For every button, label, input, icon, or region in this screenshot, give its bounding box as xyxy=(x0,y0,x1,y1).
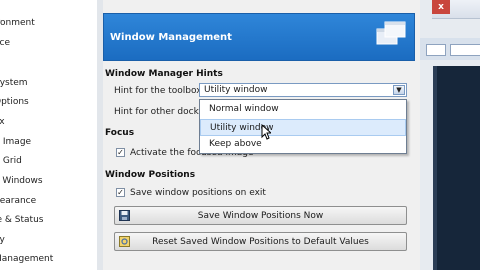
background-titlebar: x xyxy=(432,0,480,19)
save-positions-now-button[interactable]: Save Window Positions Now xyxy=(114,206,407,225)
docks-hint-label: Hint for other docks: xyxy=(114,107,207,117)
section-window-positions: Window Positions xyxy=(105,170,196,180)
sidebar-item[interactable]: e Windows xyxy=(0,176,43,186)
sidebar: ironment ace e System Options ox lt Imag… xyxy=(0,0,98,270)
sidebar-item[interactable]: ay xyxy=(0,235,5,245)
background-canvas xyxy=(433,66,480,270)
mouse-cursor-icon xyxy=(261,124,271,140)
toolbox-hint-label: Hint for the toolbox: xyxy=(114,86,205,96)
activate-focused-image-checkbox[interactable]: ✓ xyxy=(116,148,125,157)
background-combo[interactable] xyxy=(426,44,446,56)
background-field[interactable] xyxy=(450,44,480,56)
reset-positions-label: Reset Saved Window Positions to Default … xyxy=(152,237,369,247)
sidebar-item[interactable]: lt Grid xyxy=(0,156,22,166)
toolbox-hint-select[interactable]: Utility window ▼ xyxy=(199,83,407,97)
save-positions-now-label: Save Window Positions Now xyxy=(197,211,324,221)
chevron-down-icon[interactable]: ▼ xyxy=(393,85,405,95)
save-on-exit-label[interactable]: Save window positions on exit xyxy=(130,188,266,198)
sidebar-item[interactable]: ironment xyxy=(0,18,35,28)
close-icon[interactable]: x xyxy=(432,0,450,14)
sidebar-item[interactable]: System xyxy=(0,78,28,88)
reset-positions-button[interactable]: Reset Saved Window Positions to Default … xyxy=(114,232,407,251)
sidebar-item[interactable]: ace xyxy=(0,38,10,48)
background-window: x xyxy=(420,0,480,270)
save-on-exit-checkbox[interactable]: ✓ xyxy=(116,188,125,197)
preferences-panel: Window Management Window Manager Hints H… xyxy=(103,0,420,270)
option-normal-window[interactable]: Normal window xyxy=(200,101,406,118)
page-title: Window Management xyxy=(110,32,232,43)
page-banner: Window Management xyxy=(103,13,415,61)
sidebar-item[interactable]: pearance xyxy=(0,196,36,206)
sidebar-item[interactable]: lt Image xyxy=(0,137,31,147)
sidebar-item[interactable]: Options xyxy=(0,97,29,107)
sidebar-item-window-management[interactable]: Management xyxy=(0,254,53,264)
option-keep-above[interactable]: Keep above xyxy=(200,136,406,153)
toolbox-hint-value: Utility window xyxy=(204,85,268,95)
toolbox-hint-dropdown: Normal window Utility window Keep above xyxy=(199,99,407,154)
sidebar-item[interactable]: le & Status xyxy=(0,215,43,225)
windows-icon xyxy=(376,21,406,45)
section-window-manager-hints: Window Manager Hints xyxy=(105,69,223,79)
option-utility-window[interactable]: Utility window xyxy=(200,119,406,136)
background-scrollbar[interactable] xyxy=(433,66,437,270)
section-focus: Focus xyxy=(105,128,135,138)
sidebar-item[interactable]: ox xyxy=(0,117,5,127)
